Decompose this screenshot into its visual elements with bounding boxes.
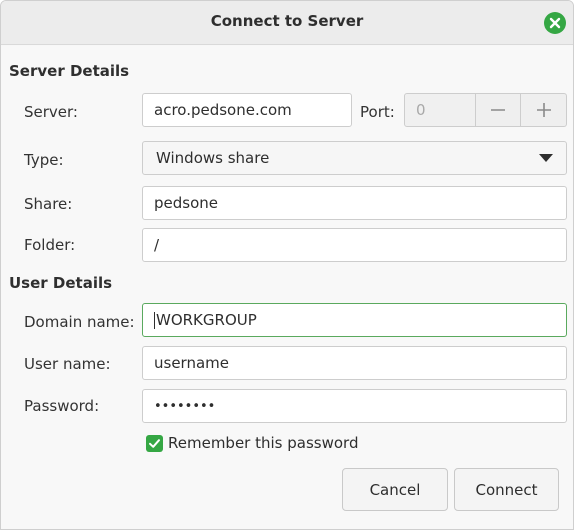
- close-icon: [549, 17, 561, 29]
- domain-value: WORKGROUP: [156, 311, 257, 329]
- domain-input[interactable]: WORKGROUP: [142, 303, 567, 337]
- share-input[interactable]: pedsone: [142, 186, 567, 220]
- share-label: Share:: [24, 195, 73, 213]
- port-label: Port:: [360, 103, 395, 121]
- remember-password-checkbox[interactable]: [146, 435, 163, 452]
- username-label: User name:: [24, 355, 111, 373]
- share-value: pedsone: [154, 194, 218, 212]
- checkmark-icon: [149, 439, 160, 448]
- plus-icon: [536, 103, 551, 117]
- cancel-button[interactable]: Cancel: [342, 468, 448, 511]
- port-value: 0: [416, 101, 426, 119]
- dialog-title: Connect to Server: [210, 12, 364, 30]
- server-label: Server:: [24, 103, 78, 121]
- username-value: username: [154, 354, 229, 372]
- title-bar: Connect to Server: [1, 1, 573, 45]
- type-label: Type:: [24, 151, 64, 169]
- password-value: ••••••••: [154, 398, 216, 414]
- connect-button[interactable]: Connect: [454, 468, 559, 511]
- type-dropdown[interactable]: Windows share: [142, 141, 567, 175]
- folder-value: /: [154, 236, 160, 254]
- text-cursor: [154, 311, 155, 329]
- password-input[interactable]: ••••••••: [142, 389, 567, 423]
- remember-password-label[interactable]: Remember this password: [168, 434, 358, 452]
- server-details-heading: Server Details: [9, 62, 130, 80]
- user-details-heading: User Details: [9, 274, 113, 292]
- port-decrement-button[interactable]: [475, 93, 521, 127]
- type-value: Windows share: [156, 149, 270, 167]
- minus-icon: [491, 109, 505, 111]
- close-button[interactable]: [544, 12, 566, 34]
- connect-to-server-dialog: Connect to Server Server Details Server:…: [0, 0, 574, 530]
- server-input[interactable]: acro.pedsone.com: [142, 93, 352, 127]
- port-increment-button[interactable]: [520, 93, 567, 127]
- password-label: Password:: [24, 397, 100, 415]
- chevron-down-icon: [539, 154, 553, 162]
- domain-label: Domain name:: [24, 313, 135, 331]
- folder-label: Folder:: [24, 236, 76, 254]
- dialog-content: Server Details Server: acro.pedsone.com …: [1, 46, 573, 529]
- folder-input[interactable]: /: [142, 228, 567, 262]
- username-input[interactable]: username: [142, 346, 567, 380]
- port-input[interactable]: 0: [404, 93, 476, 127]
- server-value: acro.pedsone.com: [154, 101, 292, 119]
